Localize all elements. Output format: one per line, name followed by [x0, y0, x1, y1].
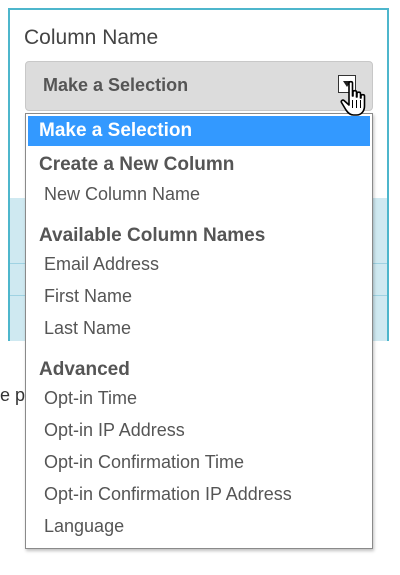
page: Column Name e p Make a Selection Make a …	[0, 0, 400, 575]
partial-text: e p	[0, 385, 26, 405]
option-opt-in-confirmation-ip-address[interactable]: Opt-in Confirmation IP Address	[44, 484, 292, 505]
column-name-label: Column Name	[24, 26, 159, 49]
group-label-advanced: Advanced	[39, 359, 130, 380]
hand-cursor-icon	[340, 80, 366, 116]
option-email-address[interactable]: Email Address	[44, 254, 159, 275]
column-name-select[interactable]: Make a Selection	[25, 61, 373, 111]
option-last-name[interactable]: Last Name	[44, 318, 131, 339]
option-new-column-name[interactable]: New Column Name	[44, 184, 200, 205]
option-make-a-selection[interactable]: Make a Selection	[28, 116, 370, 146]
option-first-name[interactable]: First Name	[44, 286, 132, 307]
column-name-dropdown: Make a Selection Create a New Column New…	[25, 113, 373, 549]
option-language[interactable]: Language	[44, 516, 124, 537]
option-opt-in-ip-address[interactable]: Opt-in IP Address	[44, 420, 185, 441]
group-label-create-new: Create a New Column	[39, 154, 235, 175]
option-opt-in-time[interactable]: Opt-in Time	[44, 388, 137, 409]
group-label-available: Available Column Names	[39, 225, 266, 246]
option-opt-in-confirmation-time[interactable]: Opt-in Confirmation Time	[44, 452, 244, 473]
select-current-value: Make a Selection	[43, 75, 189, 95]
